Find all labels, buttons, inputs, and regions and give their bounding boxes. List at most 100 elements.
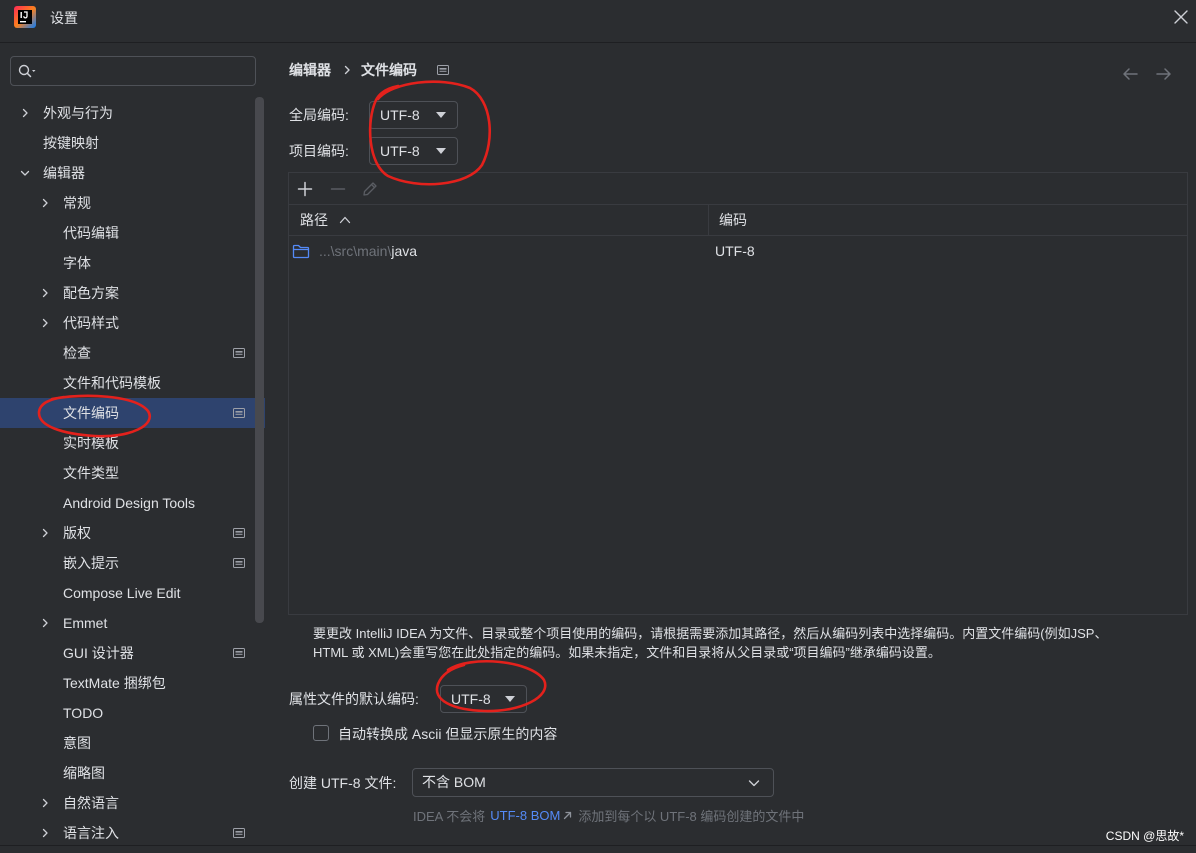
- sidebar-item-code-editing[interactable]: 代码编辑: [0, 218, 265, 248]
- bom-hint-link[interactable]: UTF-8 BOM: [490, 808, 560, 823]
- chevron-right-icon[interactable]: [19, 107, 31, 119]
- chevron-down-icon[interactable]: [19, 167, 31, 179]
- sidebar-item-label: 嵌入提示: [63, 555, 119, 571]
- project-scope-icon: [233, 408, 245, 418]
- sidebar-item-label: Android Design Tools: [63, 495, 196, 511]
- arrow-left-icon[interactable]: [1122, 66, 1139, 82]
- chevron-right-icon[interactable]: [39, 797, 51, 809]
- sidebar-item-label: 文件类型: [63, 465, 119, 481]
- triangle-down-icon: [436, 148, 446, 154]
- global-encoding-label: 全局编码:: [289, 107, 349, 123]
- sidebar-item-minimap[interactable]: 缩略图: [0, 758, 265, 788]
- project-scope-icon: [233, 528, 245, 538]
- bom-hint: IDEA 不会将 UTF-8 BOM 添加到每个以 UTF-8 编码创建的文件中: [413, 805, 804, 825]
- plus-icon[interactable]: [297, 181, 313, 197]
- triangle-down-icon: [505, 696, 515, 702]
- sidebar-item-todo[interactable]: TODO: [0, 698, 265, 728]
- sidebar-item-label: 检查: [63, 345, 91, 361]
- ascii-checkbox-label[interactable]: 自动转换成 Ascii 但显示原生的内容: [338, 724, 557, 744]
- breadcrumb-item-editor[interactable]: 编辑器: [289, 60, 331, 80]
- sidebar-item-label: 代码样式: [63, 315, 119, 331]
- properties-encoding-label: 属性文件的默认编码:: [289, 691, 419, 707]
- bottom-divider: [0, 845, 1196, 846]
- chevron-right-icon[interactable]: [39, 317, 51, 329]
- sidebar-item-label: GUI 设计器: [63, 645, 134, 661]
- project-encoding-label: 项目编码:: [289, 143, 349, 159]
- chevron-right-icon[interactable]: [39, 287, 51, 299]
- sidebar-item-editor[interactable]: 编辑器: [0, 158, 265, 188]
- sidebar-item-inlay-hints[interactable]: 嵌入提示: [0, 548, 265, 578]
- minus-icon[interactable]: [330, 181, 346, 197]
- sidebar-item-emmet[interactable]: Emmet: [0, 608, 265, 638]
- column-header-path[interactable]: 路径: [300, 205, 328, 235]
- chevron-right-icon[interactable]: [39, 527, 51, 539]
- close-icon[interactable]: [1173, 9, 1189, 25]
- folder-icon: [292, 244, 310, 259]
- sidebar-item-label: 文件和代码模板: [63, 375, 161, 391]
- sidebar-item-label: 编辑器: [43, 165, 85, 181]
- table-toolbar: [289, 173, 1187, 205]
- bom-dropdown[interactable]: 不含 BOM: [412, 768, 774, 797]
- sidebar-item-label: 语言注入: [63, 825, 119, 841]
- dropdown-value: UTF-8: [451, 691, 491, 707]
- watermark: CSDN @思故*: [1105, 829, 1184, 843]
- breadcrumb-current: 文件编码: [361, 62, 417, 78]
- sidebar-item-gui-designer[interactable]: GUI 设计器: [0, 638, 265, 668]
- chevron-right-icon[interactable]: [39, 197, 51, 209]
- sidebar-item-file-encodings[interactable]: 文件编码: [0, 398, 265, 428]
- sidebar-item-color-scheme[interactable]: 配色方案: [0, 278, 265, 308]
- global-encoding-dropdown[interactable]: UTF-8: [369, 101, 458, 129]
- properties-encoding-dropdown[interactable]: UTF-8: [440, 685, 527, 713]
- breadcrumb: 编辑器 文件编码: [289, 60, 449, 80]
- search-input[interactable]: [41, 60, 246, 82]
- sidebar-item-compose-live-edit[interactable]: Compose Live Edit: [0, 578, 265, 608]
- search-icon[interactable]: [18, 64, 38, 79]
- sidebar-item-label: 按键映射: [43, 135, 99, 151]
- pencil-icon[interactable]: [362, 181, 378, 197]
- chevron-right-icon[interactable]: [39, 617, 51, 629]
- chevron-right-icon[interactable]: [39, 827, 51, 839]
- sidebar-item-appearance-behavior[interactable]: 外观与行为: [0, 98, 265, 128]
- sidebar-item-label: 实时模板: [63, 435, 119, 451]
- sidebar-item-live-templates[interactable]: 实时模板: [0, 428, 265, 458]
- sidebar-item-keymap[interactable]: 按键映射: [0, 128, 265, 158]
- sidebar-item-intentions[interactable]: 意图: [0, 728, 265, 758]
- intellij-idea-logo-icon: [14, 6, 36, 28]
- sidebar-item-label: Emmet: [63, 615, 108, 631]
- sidebar-item-natural-languages[interactable]: 自然语言: [0, 788, 265, 818]
- chevron-up-icon[interactable]: [339, 215, 351, 225]
- sidebar-item-file-types[interactable]: 文件类型: [0, 458, 265, 488]
- info-text-line-1: 要更改 IntelliJ IDEA 为文件、目录或整个项目使用的编码，请根据需要…: [313, 626, 1108, 641]
- chevron-right-icon: [344, 65, 350, 75]
- triangle-down-icon: [436, 112, 446, 118]
- sidebar-item-file-templates[interactable]: 文件和代码模板: [0, 368, 265, 398]
- sidebar-scrollbar[interactable]: [255, 97, 264, 623]
- path-prefix: ...\src\main\: [319, 243, 392, 259]
- sidebar-item-inspections[interactable]: 检查: [0, 338, 265, 368]
- sidebar-item-font[interactable]: 字体: [0, 248, 265, 278]
- column-header-encoding[interactable]: 编码: [719, 205, 747, 235]
- arrow-right-icon[interactable]: [1155, 66, 1172, 82]
- sidebar-item-general[interactable]: 常规: [0, 188, 265, 218]
- ascii-checkbox[interactable]: [313, 725, 329, 741]
- sidebar-item-language-injections[interactable]: 语言注入: [0, 818, 265, 848]
- encoding-cell[interactable]: UTF-8: [715, 236, 755, 266]
- sidebar-item-label: 自然语言: [63, 795, 119, 811]
- path-name: java: [391, 243, 418, 259]
- sidebar-item-code-style[interactable]: 代码样式: [0, 308, 265, 338]
- external-link-icon[interactable]: [563, 811, 572, 820]
- sidebar-item-android-design-tools[interactable]: Android Design Tools: [0, 488, 265, 518]
- project-scope-icon: [437, 65, 449, 75]
- search-field[interactable]: [10, 56, 256, 86]
- sidebar-item-copyright[interactable]: 版权: [0, 518, 265, 548]
- sidebar-item-label: 代码编辑: [63, 225, 119, 241]
- sidebar-item-label: 配色方案: [63, 285, 119, 301]
- sidebar-item-textmate-bundles[interactable]: TextMate 捆绑包: [0, 668, 265, 698]
- table-row[interactable]: ...\src\main\java UTF-8: [289, 236, 1187, 267]
- sidebar-item-label: 外观与行为: [43, 105, 113, 121]
- sidebar-item-label: TextMate 捆绑包: [63, 675, 166, 691]
- project-encoding-dropdown[interactable]: UTF-8: [369, 137, 458, 165]
- path-cell: ...\src\main\java: [319, 236, 417, 266]
- column-separator[interactable]: [708, 205, 709, 235]
- project-scope-icon: [233, 648, 245, 658]
